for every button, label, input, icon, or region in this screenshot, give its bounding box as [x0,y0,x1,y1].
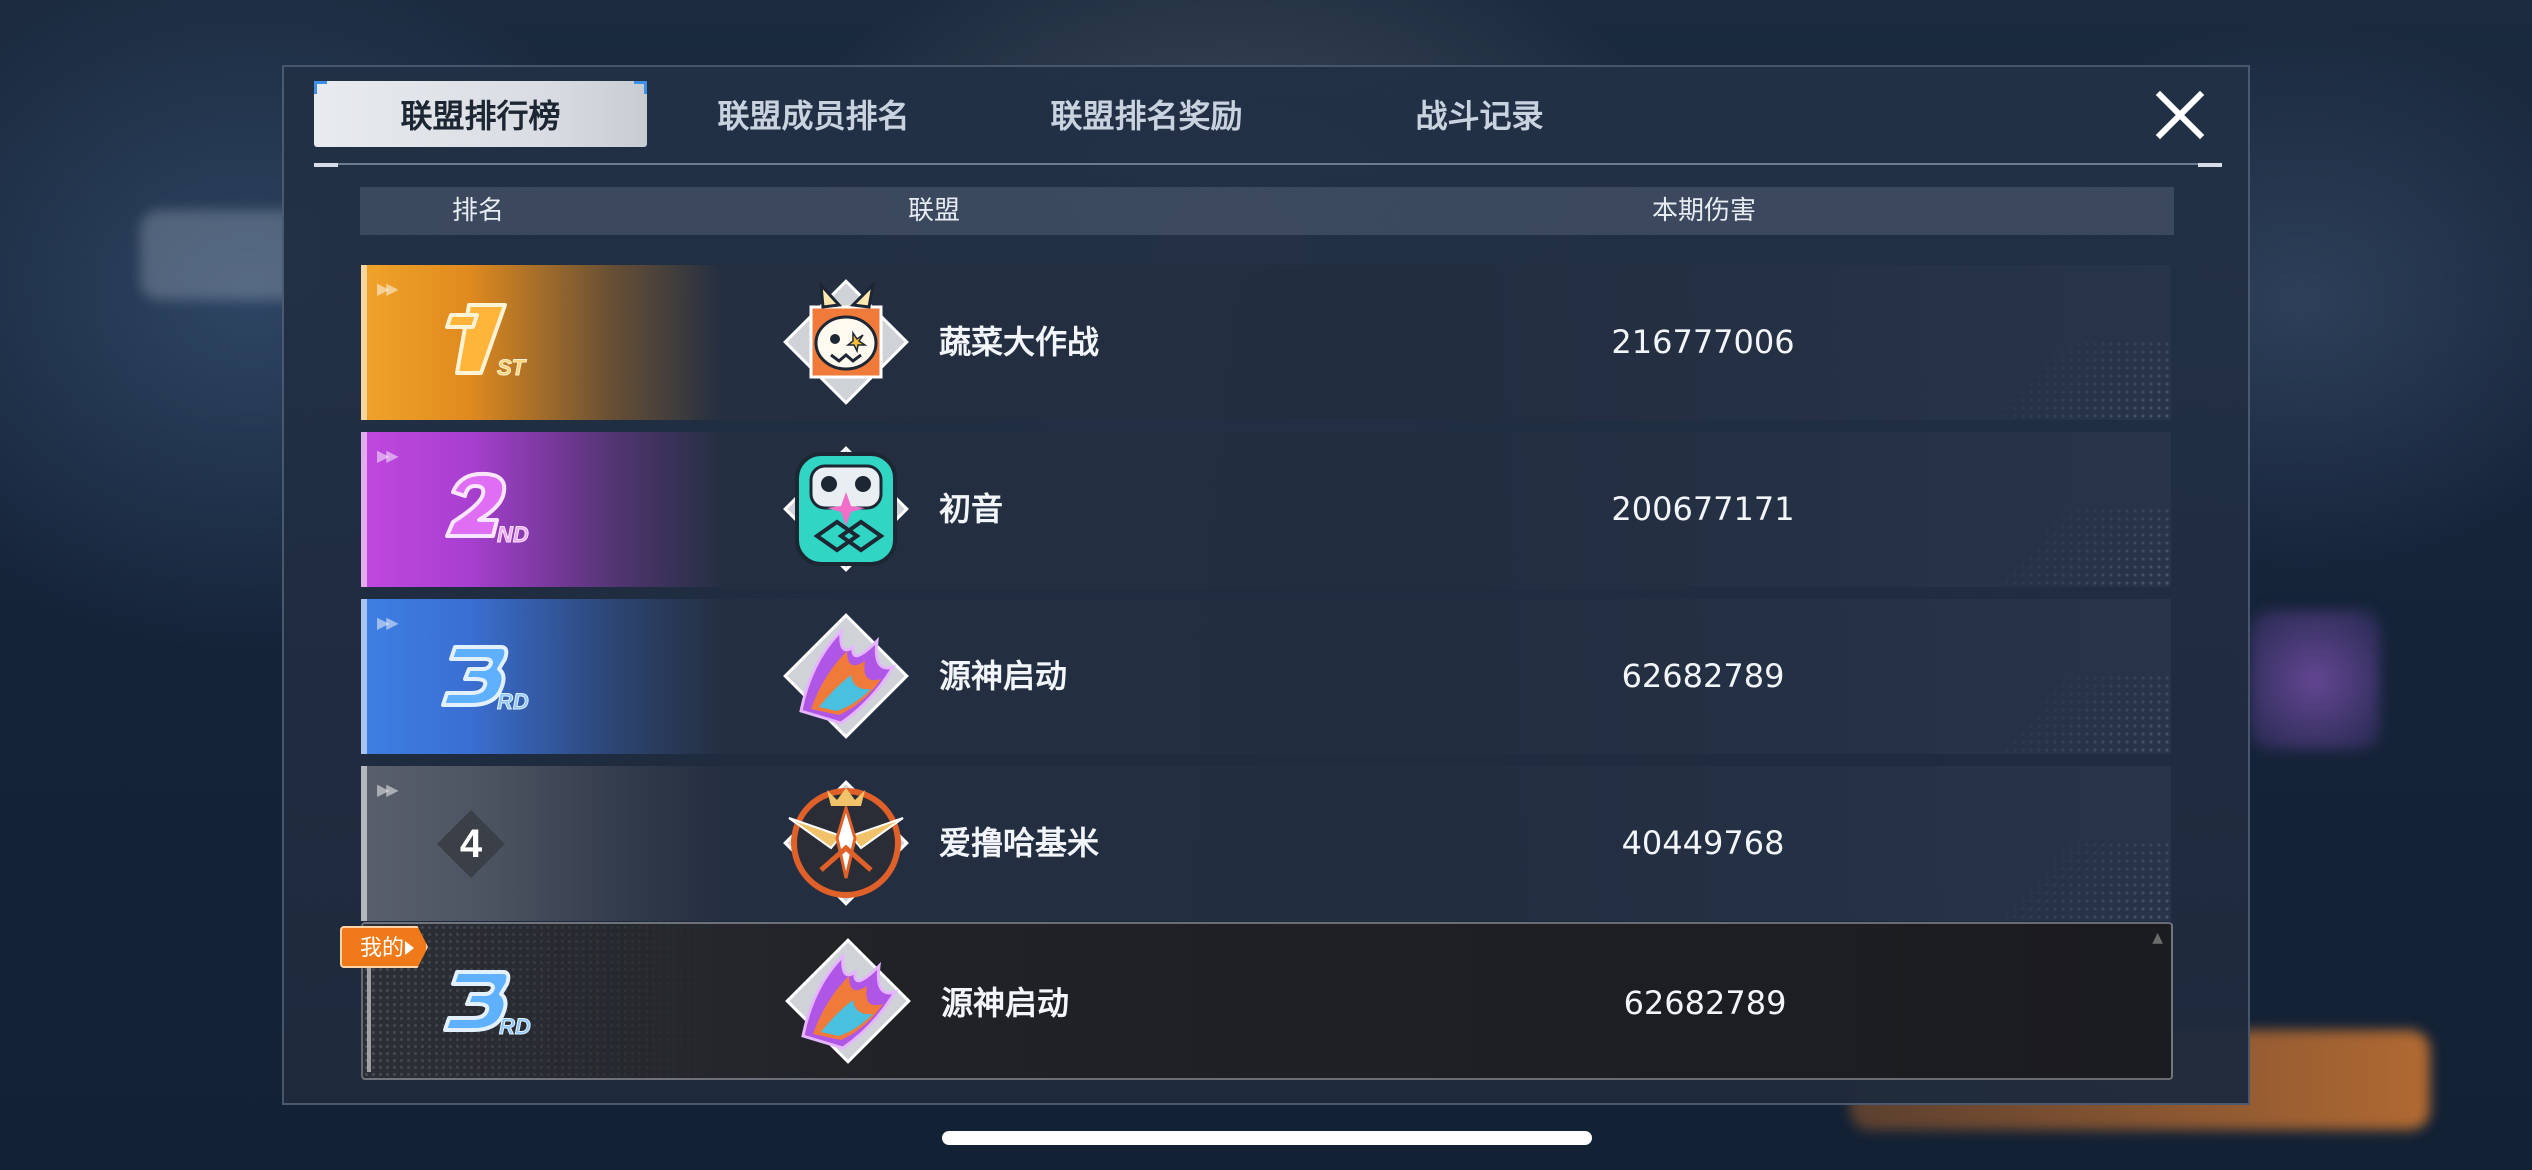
svg-text:ND: ND [497,522,529,547]
rabbit-emblem-icon [783,279,909,405]
flame-emblem-icon [785,938,911,1064]
dot-pattern [1971,340,2171,420]
close-button[interactable] [2152,87,2208,143]
leaderboard-row[interactable]: ▶▶ ND 初音 200677171 [361,432,2171,587]
arrows-icon: ▶▶ [377,279,399,298]
my-alliance-row[interactable]: RD 源神启动 62682789 ▲ [361,922,2173,1080]
flame-emblem-icon [783,613,909,739]
column-rank-header: 排名 [451,196,505,226]
damage-value: 216777006 [1611,323,1795,361]
svg-text:RD: RD [497,689,529,714]
damage-value: 40449768 [1621,824,1785,862]
tab-member-ranking[interactable]: 联盟成员排名 [647,81,980,147]
warning-icon: ▲ [2152,930,2163,946]
alliance-name: 蔬菜大作战 [939,323,1100,361]
dot-pattern [1971,841,2171,921]
damage-value: 200677171 [1611,490,1795,528]
svg-text:RD: RD [499,1014,531,1039]
robot-emblem-icon [783,446,909,572]
home-indicator[interactable] [942,1131,1592,1145]
tab-ranking-rewards[interactable]: 联盟排名奖励 [980,81,1313,147]
rank-3rd-badge-icon: RD [443,970,531,1040]
arrows-icon: ▶▶ [377,613,399,632]
dot-pattern [1971,507,2171,587]
svg-text:ST: ST [497,355,527,380]
damage-value: 62682789 [1623,984,1787,1022]
alliance-name: 初音 [939,490,1004,528]
leaderboard-panel: 联盟排行榜 联盟成员排名 联盟排名奖励 战斗记录 排名 联盟 本期伤害 ▶▶ S… [282,65,2250,1105]
damage-value: 62682789 [1621,657,1785,695]
rank-3rd-badge-icon: RD [441,645,529,715]
rank-diamond-icon: 4 [437,810,505,878]
tab-bar: 联盟排行榜 联盟成员排名 联盟排名奖励 战斗记录 [314,81,1646,147]
rank-2nd-badge-icon: ND [445,471,529,548]
leaderboard-row[interactable]: ▶▶ ST 蔬菜大作战 216777006 [361,265,2171,420]
alliance-name: 爱撸哈基米 [939,824,1100,862]
column-damage-header: 本期伤害 [1651,196,1757,226]
tab-battle-records[interactable]: 战斗记录 [1313,81,1646,147]
tab-alliance-leaderboard[interactable]: 联盟排行榜 [314,81,647,147]
wings-emblem-icon [783,780,909,906]
arrows-icon: ▶▶ [377,780,399,799]
column-alliance-header: 联盟 [907,196,961,226]
background-decoration [2250,610,2380,750]
rank-background [361,766,721,921]
alliance-name: 源神启动 [939,657,1068,695]
my-alliance-badge: 我的 [340,926,429,968]
arrows-icon: ▶▶ [377,446,399,465]
table-header: 排名 联盟 本期伤害 [360,187,2174,235]
close-icon [2155,90,2205,140]
leaderboard-row[interactable]: ▶▶ RD 源神启动 62682789 [361,599,2171,754]
rank-number: 4 [460,822,483,866]
alliance-name: 源神启动 [941,984,1070,1022]
rank-1st-badge-icon: ST [445,303,527,381]
tab-underline [314,163,2222,167]
leaderboard-row[interactable]: ▶▶ 4 爱撸哈基米 40449768 [361,766,2171,921]
dot-pattern [1971,674,2171,754]
